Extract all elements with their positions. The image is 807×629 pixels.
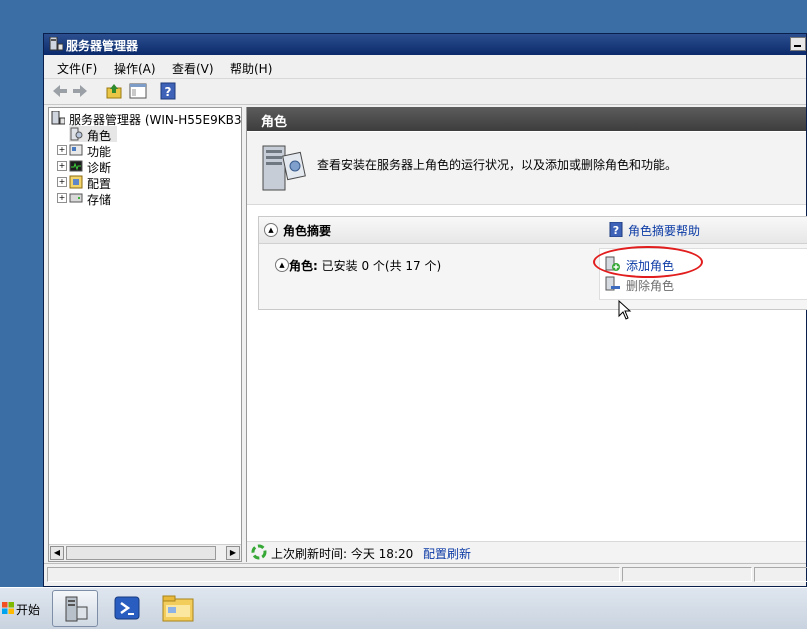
menu-help[interactable]: 帮助(H) <box>230 60 272 77</box>
pane-title: 角色 <box>261 115 288 130</box>
collapse-icon[interactable]: ▲ <box>264 223 278 237</box>
roles-summary-header: ▲ 角色摘要 ? 角色摘要帮助 <box>259 217 807 244</box>
powershell-icon <box>114 596 140 620</box>
remove-roles-link[interactable]: 删除角色 <box>626 277 674 294</box>
svg-text:?: ? <box>613 224 619 237</box>
menu-bar: 文件(F) 操作(A) 查看(V) 帮助(H) <box>44 56 806 79</box>
scroll-left-icon[interactable]: ◀ <box>50 546 64 560</box>
red-highlight-oval <box>593 246 703 278</box>
remove-roles-icon <box>605 276 620 291</box>
tree-horizontal-scrollbar[interactable]: ◀ ▶ <box>49 544 241 561</box>
minimize-button[interactable] <box>790 37 806 51</box>
server-manager-icon <box>51 111 65 125</box>
start-button[interactable]: 开始 <box>0 595 44 621</box>
roles-label: 角色: <box>289 259 318 273</box>
roles-count-line: 角色: 已安装 0 个(共 17 个) <box>289 257 441 274</box>
menu-file[interactable]: 文件(F) <box>57 60 97 77</box>
expand-icon[interactable]: + <box>57 193 67 203</box>
server-manager-icon <box>65 596 88 622</box>
toolbar: ? <box>44 79 806 105</box>
roles-icon <box>70 127 83 141</box>
collapse-icon[interactable]: ▲ <box>275 258 289 272</box>
last-refresh-text: 上次刷新时间: 今天 18:20 <box>271 547 414 561</box>
menu-action[interactable]: 操作(A) <box>114 60 156 77</box>
scroll-thumb[interactable] <box>66 546 216 560</box>
status-cell <box>47 567 620 582</box>
tree-item-label: 角色 <box>87 129 112 143</box>
explorer-icon <box>162 595 194 622</box>
roles-summary-help-link[interactable]: 角色摘要帮助 <box>628 222 700 239</box>
scroll-right-icon[interactable]: ▶ <box>226 546 240 560</box>
expand-icon[interactable]: + <box>57 177 67 187</box>
taskbar: 开始 <box>0 587 807 629</box>
diagnostics-icon <box>69 160 83 172</box>
details-pane: 角色 查看安装在服务器上角色的运行状况，以及添加或删除角色和功能。 ▲ 角色摘要… <box>246 107 807 562</box>
mouse-cursor-icon <box>618 300 632 320</box>
tree-item-label: 存储 <box>87 193 112 207</box>
expand-icon[interactable]: + <box>57 145 67 155</box>
console-tree: 服务器管理器 (WIN-H55E9KB39J 角色 + 功能 + 诊断 + 配置… <box>48 107 242 562</box>
roles-intro-band: 查看安装在服务器上角色的运行状况，以及添加或删除角色和功能。 <box>247 132 806 205</box>
title-bar[interactable]: 服务器管理器 <box>44 34 806 55</box>
help-icon[interactable]: ? <box>159 82 177 100</box>
server-manager-icon <box>49 37 63 51</box>
window-status-bar <box>44 563 807 586</box>
help-icon: ? <box>609 222 623 237</box>
roles-status: 已安装 0 个(共 17 个) <box>321 259 442 273</box>
roles-intro-text: 查看安装在服务器上角色的运行状况，以及添加或删除角色和功能。 <box>317 158 678 172</box>
roles-summary-title: 角色摘要 <box>283 224 332 238</box>
taskbar-explorer[interactable] <box>156 590 202 627</box>
menu-view[interactable]: 查看(V) <box>172 60 214 77</box>
status-cell <box>754 567 807 582</box>
expand-icon[interactable]: + <box>57 161 67 171</box>
features-icon <box>69 144 83 156</box>
server-manager-window: 服务器管理器 文件(F) 操作(A) 查看(V) 帮助(H) ? 服务器管理器 … <box>43 33 807 587</box>
roles-summary-section: ▲ 角色摘要 ? 角色摘要帮助 ▲ 角色: 已安装 0 个(共 17 个) 添加… <box>258 216 807 310</box>
forward-arrow-icon[interactable] <box>71 82 89 100</box>
refresh-status-bar: 上次刷新时间: 今天 18:20 配置刷新 <box>247 541 806 562</box>
start-label: 开始 <box>16 603 41 617</box>
configure-refresh-link[interactable]: 配置刷新 <box>423 545 471 562</box>
tree-item-label: 诊断 <box>87 161 112 175</box>
window-title: 服务器管理器 <box>66 39 139 53</box>
refresh-icon[interactable] <box>251 544 267 560</box>
back-arrow-icon[interactable] <box>51 82 69 100</box>
configuration-icon <box>69 175 83 189</box>
tree-item-label: 配置 <box>87 177 112 191</box>
server-roles-icon <box>262 145 306 191</box>
tree-item-label: 功能 <box>87 145 112 159</box>
show-hide-console-tree-icon[interactable] <box>129 82 147 100</box>
storage-icon <box>69 193 83 203</box>
status-cell <box>622 567 752 582</box>
taskbar-server-manager[interactable] <box>52 590 98 627</box>
windows-flag-icon <box>2 602 14 614</box>
up-folder-icon[interactable] <box>105 82 123 100</box>
pane-header: 角色 <box>247 107 806 131</box>
svg-text:?: ? <box>165 85 172 99</box>
taskbar-powershell[interactable] <box>104 590 150 627</box>
tree-item-roles[interactable]: 角色 <box>69 126 117 143</box>
